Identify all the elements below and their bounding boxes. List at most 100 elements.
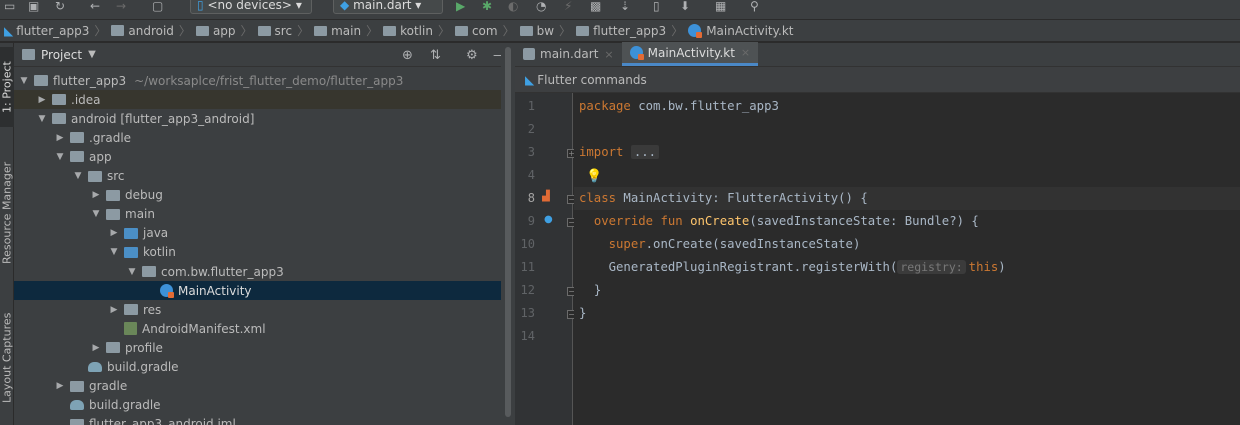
code-editor[interactable]: package com.bw.flutter_app3 import ... 💡…	[574, 93, 1240, 425]
debug-icon[interactable]: ✱	[482, 0, 492, 14]
tool-tab-resource-manager[interactable]: Resource Manager	[0, 143, 14, 283]
close-icon[interactable]: ×	[741, 46, 750, 59]
expand-arrow-icon[interactable]: ▼	[54, 152, 66, 162]
tree-item[interactable]: ▼ android [flutter_app3_android]	[14, 109, 501, 128]
code-line-1[interactable]: package com.bw.flutter_app3	[574, 95, 1240, 118]
tree-item[interactable]: ▼ app	[14, 147, 501, 166]
tree-item[interactable]: ▶ debug	[14, 186, 501, 205]
code-line-9[interactable]: override fun onCreate(savedInstanceState…	[574, 210, 1240, 233]
breadcrumb-item-src[interactable]: src	[257, 24, 292, 38]
search-icon[interactable]: ⚲	[750, 0, 759, 14]
project-view-selector[interactable]: Project	[41, 48, 82, 62]
collapse-arrow-icon[interactable]: ▶	[108, 228, 120, 238]
code-line-10[interactable]: super.onCreate(savedInstanceState)	[574, 233, 1240, 256]
breadcrumb-item-kotlin[interactable]: kotlin	[383, 24, 433, 38]
tool-tab-project[interactable]: 1: Project	[0, 47, 14, 127]
expand-arrow-icon[interactable]: ▼	[90, 209, 102, 219]
avd-manager-icon[interactable]: ▯	[653, 0, 660, 14]
sync-icon[interactable]: ↻	[55, 0, 65, 14]
tree-item[interactable]: ▶ .idea	[14, 90, 501, 110]
folded-imports[interactable]: ...	[630, 145, 660, 159]
code-line-13[interactable]: }	[574, 302, 1240, 325]
breadcrumb-item-bw[interactable]: bw	[519, 24, 554, 38]
tab-main-dart[interactable]: main.dart ×	[515, 42, 622, 66]
tree-item[interactable]: ▶ profile	[14, 338, 501, 357]
open-folder-icon[interactable]: ▭	[4, 0, 15, 14]
parameter-hint: registry:	[897, 260, 966, 274]
tab-mainactivity-kt[interactable]: MainActivity.kt ×	[621, 42, 759, 66]
tree-item[interactable]: ▼ kotlin	[14, 243, 501, 262]
breadcrumb-item-com[interactable]: com	[454, 24, 498, 38]
breadcrumb-item-project[interactable]: ◣ flutter_app3	[4, 24, 89, 38]
run-icon[interactable]: ▶	[456, 0, 465, 14]
breadcrumb-item-android[interactable]: android	[111, 24, 174, 38]
expand-arrow-icon[interactable]: ▼	[126, 267, 138, 277]
run-config-selector[interactable]: ◆ main.dart ▾	[333, 0, 443, 14]
collapse-arrow-icon[interactable]: ▶	[36, 95, 48, 105]
tree-item[interactable]: build.gradle	[14, 396, 501, 415]
gear-icon[interactable]: ⚙	[466, 48, 478, 63]
tree-item[interactable]: AndroidManifest.xml	[14, 319, 501, 338]
breadcrumb-item-app[interactable]: app	[195, 24, 236, 38]
breadcrumb-item-main[interactable]: main	[314, 24, 361, 38]
expand-arrow-icon[interactable]: ▼	[72, 171, 84, 181]
line-number: 2	[527, 122, 535, 136]
tree-item[interactable]: build.gradle	[14, 358, 501, 377]
tree-item[interactable]: ▼ src	[14, 167, 501, 186]
code-line-8[interactable]: class MainActivity: FlutterActivity() {	[574, 187, 1240, 210]
tree-item[interactable]: ▼ flutter_app3 ~/worksaplce/frist_flutter_…	[14, 71, 501, 90]
save-icon[interactable]: ▣	[28, 0, 39, 14]
override-marker-icon[interactable]: ●	[544, 214, 553, 225]
sdk-manager-icon[interactable]: ⬇	[680, 0, 690, 14]
breadcrumb-item-mainactivity[interactable]: MainActivity.kt	[688, 24, 793, 38]
project-scrollbar[interactable]	[501, 43, 515, 425]
code-text: )	[998, 260, 1006, 274]
tree-item[interactable]: ▶ res	[14, 300, 501, 319]
expand-arrow-icon[interactable]: ▼	[36, 114, 48, 124]
collapse-arrow-icon[interactable]: ▶	[90, 190, 102, 200]
breadcrumb-label: main	[331, 23, 362, 38]
expand-arrow-icon[interactable]: ▼	[18, 76, 30, 86]
tree-item[interactable]: ▶ java	[14, 224, 501, 243]
collapse-arrow-icon[interactable]: ▶	[54, 381, 66, 391]
tree-item[interactable]: MainActivity	[14, 281, 501, 301]
terminal-icon[interactable]: ▢	[152, 0, 163, 14]
device-selector[interactable]: ▯ <no devices> ▾	[190, 0, 312, 14]
collapse-arrow-icon[interactable]: ▶	[54, 133, 66, 143]
collapse-arrow-icon[interactable]: ▶	[108, 305, 120, 315]
back-icon[interactable]: ←	[90, 0, 100, 14]
profile-icon[interactable]: ◔	[536, 0, 546, 14]
tree-item[interactable]: ▶ gradle	[14, 377, 501, 396]
android-activity-icon[interactable]: ▟	[542, 191, 550, 202]
lightbulb-icon[interactable]: 💡	[586, 169, 602, 184]
hot-reload-icon[interactable]: ⚡	[564, 0, 572, 14]
tool-tab-layout-captures[interactable]: Layout Captures	[0, 293, 14, 423]
tree-item-label: src	[107, 169, 125, 183]
main-toolbar: ▭ ▣ ↻ ← → ▢ ▯ <no devices> ▾ ◆ main.dart…	[0, 0, 1240, 20]
flutter-commands-bar[interactable]: ◣ Flutter commands	[515, 67, 1240, 93]
tree-item[interactable]: ▼ main	[14, 205, 501, 224]
scrollbar-thumb[interactable]	[505, 47, 511, 417]
code-line-12[interactable]: }	[574, 279, 1240, 302]
tree-item[interactable]: ▶ .gradle	[14, 128, 501, 147]
stop-icon[interactable]: ▩	[590, 0, 601, 14]
collapse-all-icon[interactable]: ⇅	[430, 48, 441, 63]
tree-item[interactable]: ▼ com.bw.flutter_app3	[14, 262, 501, 281]
gradle-file-icon	[88, 362, 102, 372]
expand-arrow-icon[interactable]: ▼	[108, 247, 120, 257]
tree-item[interactable]: flutter_app3_android.iml	[14, 415, 501, 425]
locate-icon[interactable]: ⊕	[402, 48, 413, 63]
close-icon[interactable]: ×	[604, 48, 613, 61]
chevron-down-icon[interactable]: ▼	[88, 49, 96, 60]
editor-tab-bar: main.dart × MainActivity.kt ×	[515, 42, 1240, 67]
code-line-11[interactable]: GeneratedPluginRegistrant.registerWith(r…	[574, 256, 1240, 279]
editor-gutter[interactable]: 1 2 3 4 8 9 10 11 12 13 14 ▟ ● + − − − −	[515, 93, 576, 425]
attach-icon[interactable]: ◐	[508, 0, 518, 14]
gradle-sync-icon[interactable]: ⇣	[620, 0, 630, 14]
breadcrumb-item-flutter-app3[interactable]: flutter_app3	[576, 24, 666, 38]
flutter-icon: ◣	[4, 23, 14, 38]
structure-icon[interactable]: ▦	[715, 0, 726, 14]
code-line-3[interactable]: import ...	[574, 141, 1240, 164]
collapse-arrow-icon[interactable]: ▶	[90, 343, 102, 353]
forward-icon[interactable]: →	[116, 0, 126, 14]
